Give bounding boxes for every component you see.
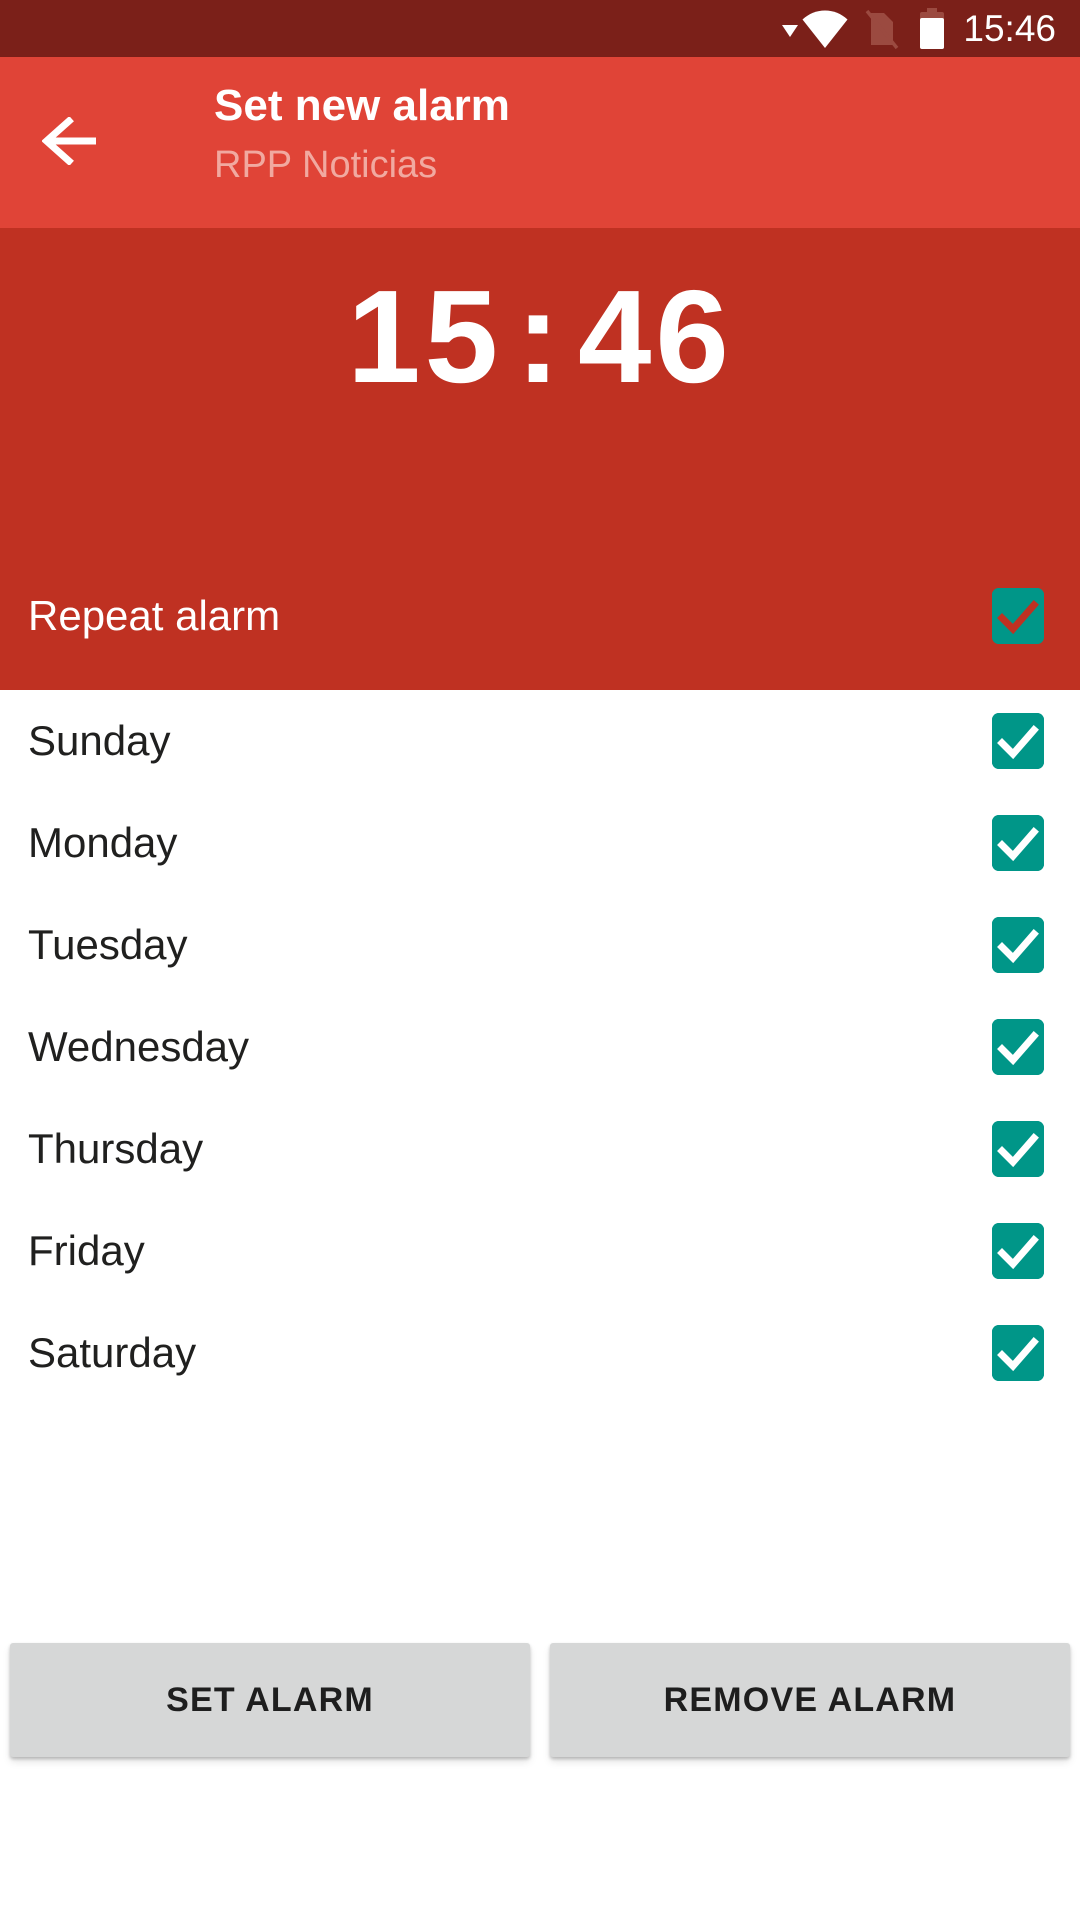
sim-card-off-icon (859, 7, 903, 51)
page-subtitle: RPP Noticias (214, 144, 438, 186)
dropdown-triangle-icon (781, 20, 799, 38)
day-row-tuesday[interactable]: Tuesday (0, 894, 1080, 996)
alarm-minute[interactable]: 46 (578, 263, 733, 410)
day-label: Tuesday (28, 921, 188, 968)
status-bar-clock: 15:46 (963, 8, 1056, 49)
action-button-bar: SET ALARM REMOVE ALARM (0, 1643, 1080, 1757)
day-checkbox-wednesday[interactable] (992, 1019, 1044, 1075)
repeat-alarm-label: Repeat alarm (28, 592, 281, 639)
repeat-alarm-checkbox[interactable] (992, 588, 1044, 644)
day-label: Friday (28, 1227, 145, 1274)
checkbox-checked-icon (992, 815, 1044, 871)
back-button[interactable] (20, 100, 120, 186)
repeat-days-list: Sunday Monday Tuesday Wednesday Thursday… (0, 690, 1080, 1404)
day-label: Thursday (28, 1125, 204, 1172)
day-checkbox-monday[interactable] (992, 815, 1044, 871)
battery-icon (917, 7, 947, 50)
back-arrow-icon (41, 115, 98, 170)
set-alarm-button[interactable]: SET ALARM (10, 1643, 530, 1757)
alarm-hour[interactable]: 15 (347, 263, 502, 410)
toolbar-text-block: Set new alarm RPP Noticias (214, 75, 1014, 193)
checkbox-checked-icon (992, 1223, 1044, 1279)
day-label: Saturday (28, 1329, 197, 1376)
checkbox-checked-icon (992, 1121, 1044, 1177)
checkbox-checked-icon (992, 1019, 1044, 1075)
repeat-alarm-row[interactable]: Repeat alarm (0, 566, 1080, 666)
day-checkbox-tuesday[interactable] (992, 917, 1044, 973)
day-checkbox-saturday[interactable] (992, 1325, 1044, 1381)
day-row-sunday[interactable]: Sunday (0, 690, 1080, 792)
remove-alarm-button[interactable]: REMOVE ALARM (550, 1643, 1070, 1757)
alarm-settings-screen: 15:46 Set new alarm RPP Noticias 15:46 R… (0, 0, 1080, 1920)
day-row-thursday[interactable]: Thursday (0, 1098, 1080, 1200)
day-row-saturday[interactable]: Saturday (0, 1302, 1080, 1404)
page-title: Set new alarm (214, 81, 510, 130)
checkbox-checked-icon (992, 588, 1044, 644)
app-toolbar: Set new alarm RPP Noticias (0, 57, 1080, 228)
alarm-time-separator: : (516, 263, 564, 410)
status-bar-icons: 15:46 (781, 0, 1056, 57)
alarm-time-display[interactable]: 15:46 (0, 262, 1080, 412)
day-label: Wednesday (28, 1023, 250, 1070)
checkbox-checked-icon (992, 1325, 1044, 1381)
day-checkbox-thursday[interactable] (992, 1121, 1044, 1177)
day-row-wednesday[interactable]: Wednesday (0, 996, 1080, 1098)
day-row-friday[interactable]: Friday (0, 1200, 1080, 1302)
alarm-time-panel: 15:46 Repeat alarm (0, 228, 1080, 690)
checkbox-checked-icon (992, 917, 1044, 973)
day-row-monday[interactable]: Monday (0, 792, 1080, 894)
day-label: Monday (28, 819, 178, 866)
day-label: Sunday (28, 717, 171, 764)
day-checkbox-friday[interactable] (992, 1223, 1044, 1279)
checkbox-checked-icon (992, 713, 1044, 769)
day-checkbox-sunday[interactable] (992, 713, 1044, 769)
status-bar: 15:46 (0, 0, 1080, 57)
wifi-icon (801, 9, 849, 49)
